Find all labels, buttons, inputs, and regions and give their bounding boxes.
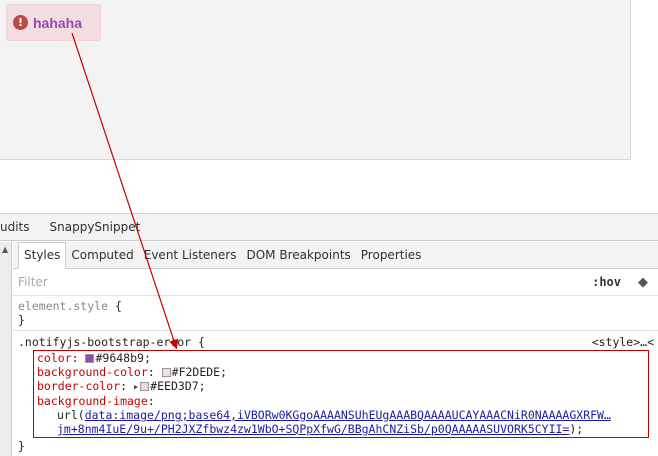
decl-background-color[interactable]: background-color: #F2DEDE; — [37, 365, 646, 379]
rule-source-link[interactable]: <style>…< — [592, 335, 654, 349]
element-style-rule: element.style { } — [13, 296, 658, 331]
data-url-link-continued[interactable]: jm+8nm4IuE/9u+/PH2JXZfbwz4zw1WbO+SQPpXfw… — [57, 422, 569, 436]
brace-close: } — [18, 313, 25, 327]
prop-value: #EED3D7 — [150, 379, 199, 393]
prop-name: border-color — [37, 379, 121, 393]
prop-value: #F2DEDE — [171, 365, 221, 379]
notification-text: hahaha — [33, 14, 83, 31]
tab-computed[interactable]: Computed — [66, 248, 138, 268]
tab-styles[interactable]: Styles — [18, 242, 67, 269]
brace-open: { — [191, 335, 205, 349]
scroll-up-icon[interactable]: ▲ — [2, 245, 8, 254]
prop-name: background-image — [37, 394, 148, 408]
data-url-link[interactable]: data:image/png;base64,iVBORw0KGgoAAAANSU… — [85, 408, 611, 422]
elements-gutter: ▲ — [0, 242, 12, 456]
url-prefix: url( — [57, 408, 85, 422]
url-line-1: url(data:image/png;base64,iVBORw0KGgoAAA… — [37, 408, 646, 422]
filter-input[interactable] — [18, 275, 218, 289]
prop-name: color — [37, 351, 72, 365]
color-swatch-icon[interactable] — [161, 368, 171, 377]
prop-value: #9648b9 — [95, 351, 144, 365]
sidebar-tabs: Styles Computed Event Listeners DOM Brea… — [13, 242, 658, 269]
prop-name: background-color — [37, 365, 148, 379]
tab-event-listeners[interactable]: Event Listeners — [139, 248, 242, 268]
decl-color[interactable]: color: #9648b9; — [37, 351, 646, 365]
error-notification[interactable]: ! hahaha — [6, 4, 101, 41]
highlighted-declarations: color: #9648b9; background-color: #F2DED… — [33, 350, 649, 438]
tab-snappysnippet[interactable]: SnappySnippet — [40, 220, 151, 234]
notify-error-rule: .notifyjs-bootstrap-error { <style>…< co… — [13, 331, 658, 456]
color-swatch-icon[interactable] — [140, 382, 150, 391]
filter-bar: :hov ◆ — [13, 269, 658, 296]
color-swatch-icon[interactable] — [85, 354, 95, 363]
brace-close: } — [18, 439, 25, 453]
tab-audits[interactable]: udits — [0, 220, 40, 234]
url-line-2: jm+8nm4IuE/9u+/PH2JXZfbwz4zw1WbO+SQPpXfw… — [37, 422, 646, 436]
hov-toggle[interactable]: :hov — [592, 275, 621, 289]
error-icon: ! — [13, 15, 28, 30]
devtools-panel: udits SnappySnippet ▲ Styles Computed Ev… — [0, 213, 658, 456]
styles-panel: Styles Computed Event Listeners DOM Brea… — [13, 242, 658, 456]
brace-open: { — [108, 299, 122, 313]
decl-border-color[interactable]: border-color: ▶ #EED3D7; — [37, 379, 646, 394]
page-preview: ! hahaha — [0, 0, 631, 160]
url-suffix: ); — [569, 422, 584, 436]
rule-selector[interactable]: .notifyjs-bootstrap-error — [18, 335, 191, 349]
tab-dom-breakpoints[interactable]: DOM Breakpoints — [241, 248, 355, 268]
element-style-selector[interactable]: element.style — [18, 299, 108, 313]
decl-background-image[interactable]: background-image: — [37, 394, 646, 408]
tab-properties[interactable]: Properties — [356, 248, 427, 268]
devtools-main-tabs: udits SnappySnippet — [0, 214, 658, 241]
expand-triangle-icon[interactable]: ▶ — [134, 383, 138, 391]
toggle-pane-icon[interactable]: ◆ — [638, 275, 648, 290]
